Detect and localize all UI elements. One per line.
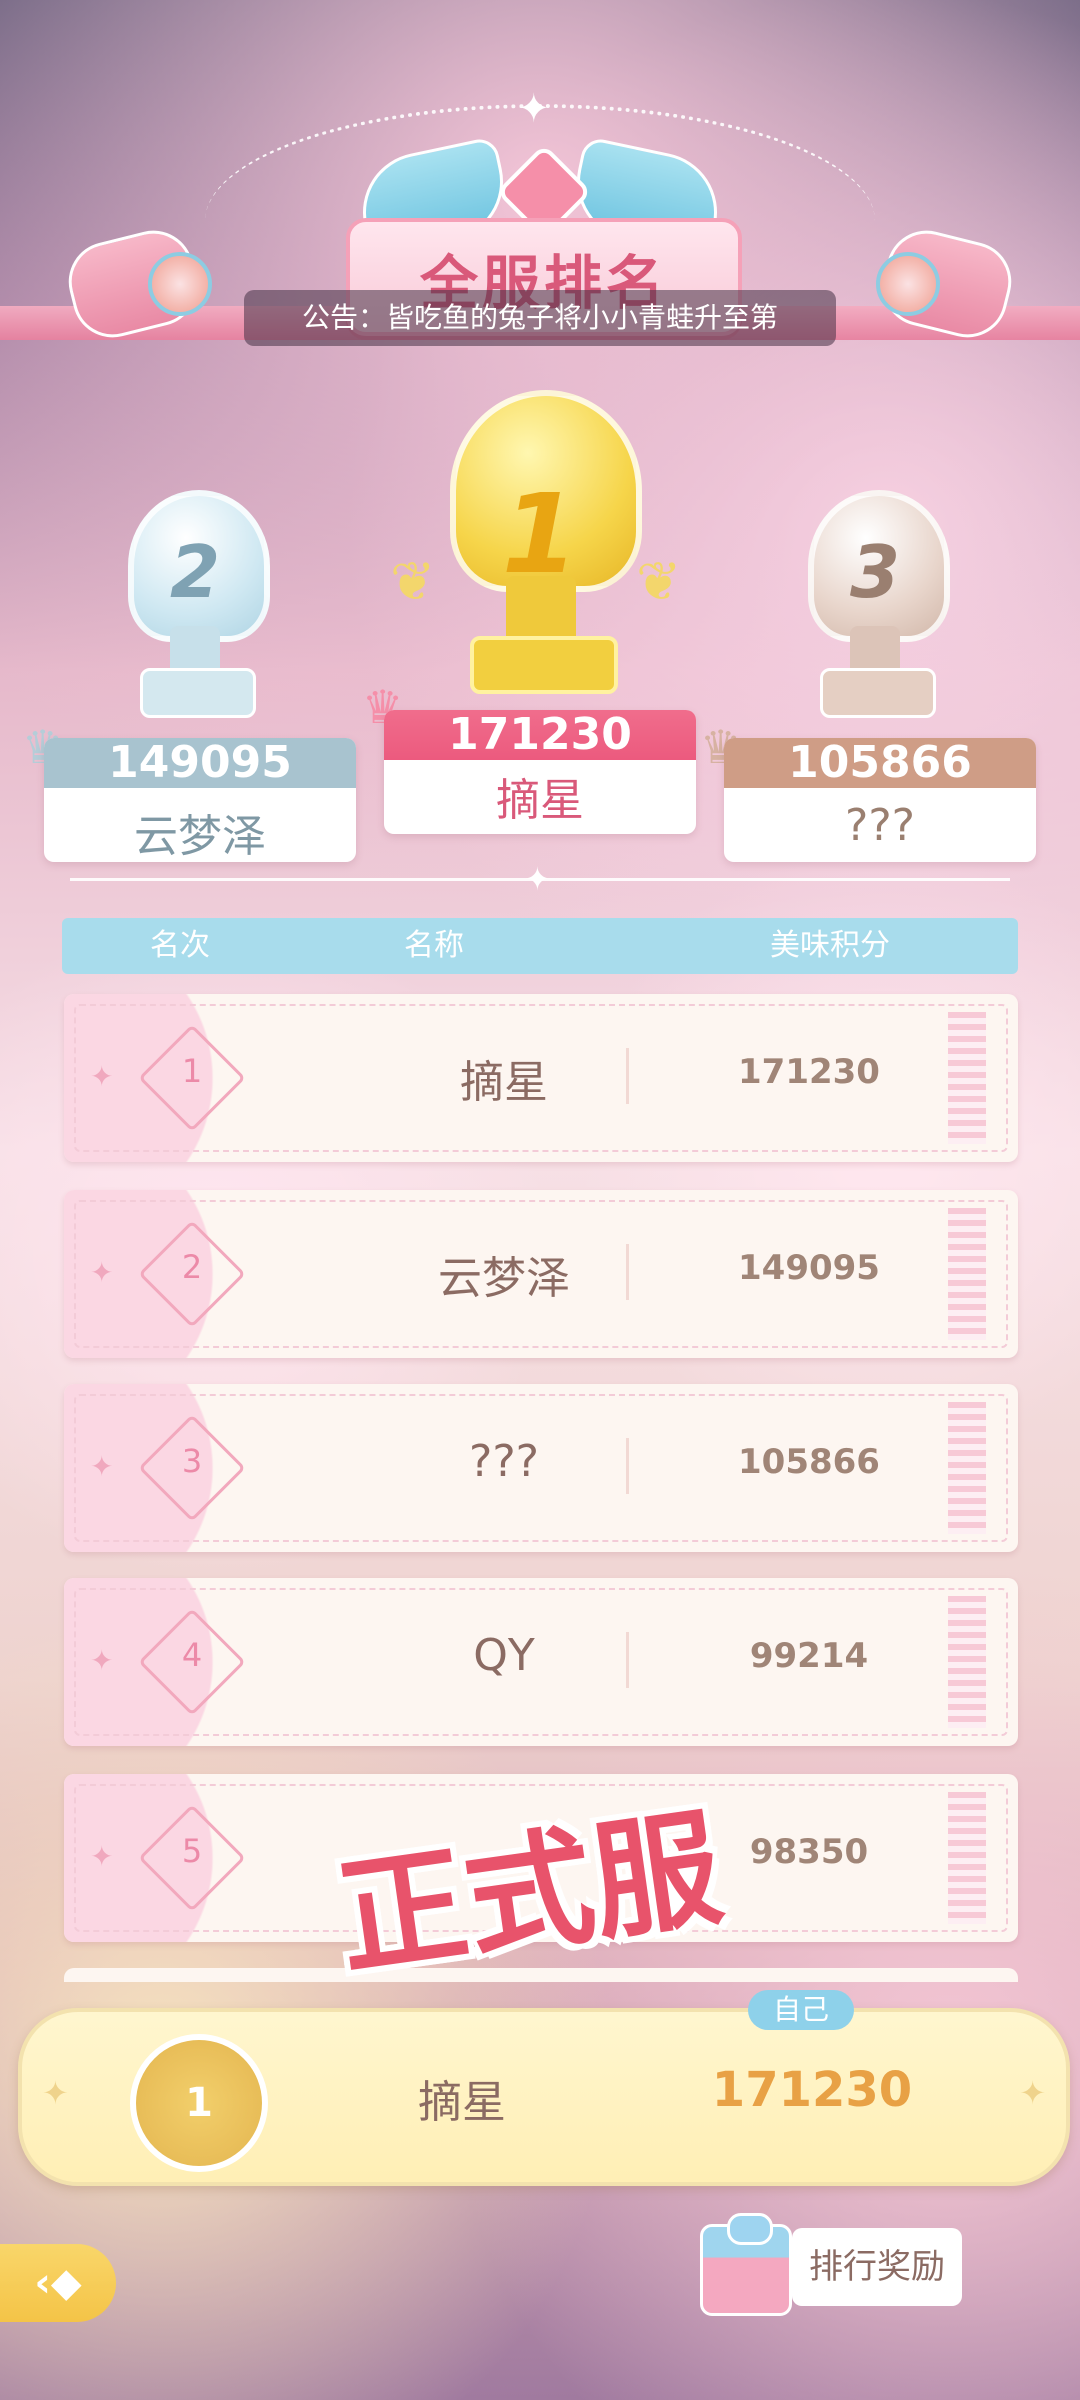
podium-card-2[interactable]: 149095 云梦泽 [44, 738, 356, 862]
self-score: 171230 [711, 2062, 913, 2118]
notice-ticker: 公告：皆吃鱼的兔子将小小青蛙升至第 [244, 290, 836, 346]
self-rank-bar[interactable]: 自己 ✦ ✦ 1 摘星 171230 [18, 1990, 1070, 2186]
row-stripe-decoration [948, 1208, 986, 1340]
back-button[interactable]: ‹◆ [0, 2244, 116, 2322]
trophy-rank-2: 2 [169, 530, 221, 614]
sparkle-icon: ✦ [90, 1060, 114, 1093]
row-rank: 1 [181, 1052, 203, 1090]
row-name: 云梦泽 [438, 1253, 570, 1304]
self-tag: 自己 [748, 1990, 854, 2030]
rose-icon [148, 252, 212, 316]
row-name: ??? [468, 1436, 540, 1487]
gift-icon [700, 2213, 792, 2316]
self-name: 摘星 [418, 2077, 506, 2128]
star-icon: ✦ [517, 86, 551, 132]
ranking-reward-button[interactable]: 排行奖励 [700, 2213, 964, 2316]
row-stripe-decoration [948, 1402, 986, 1534]
row-name: QY [473, 1630, 535, 1681]
laurel-icon: ❦ [390, 550, 436, 613]
podium-name-1: 摘星 [496, 775, 584, 826]
row-stripe-decoration [948, 1012, 986, 1144]
row-rank: 5 [181, 1832, 203, 1870]
header-name: 名称 [404, 928, 464, 963]
sparkle-icon: ✦ [1019, 2074, 1046, 2112]
table-row[interactable]: ✦ 3 ??? 105866 [64, 1384, 1018, 1552]
back-arrow-icon: ‹◆ [34, 2260, 82, 2306]
podium-score-3: 105866 [724, 738, 1036, 788]
trophy-rank-1: 1 [501, 470, 579, 598]
row-score: 99214 [749, 1636, 869, 1676]
podium-name-2: 云梦泽 [134, 811, 266, 862]
table-row[interactable]: ✦ 4 QY 99214 [64, 1578, 1018, 1746]
row-rank: 4 [181, 1636, 203, 1674]
sparkle-icon: ✦ [90, 1840, 114, 1873]
row-name: 摘星 [460, 1057, 548, 1108]
sparkle-icon: ✦ [42, 2074, 69, 2112]
row-score: 149095 [738, 1248, 880, 1288]
podium-card-1[interactable]: 171230 摘星 [384, 710, 696, 834]
trophy-icon: 1 [430, 380, 650, 710]
row-rank: 3 [181, 1442, 203, 1480]
trophy-icon: 2 [100, 490, 290, 740]
podium-name-3: ??? [844, 800, 916, 851]
podium-score-1: 171230 [384, 710, 696, 760]
ranking-reward-label: 排行奖励 [792, 2228, 962, 2306]
row-rank: 2 [181, 1248, 203, 1286]
row-stripe-decoration [948, 1792, 986, 1924]
right-bow-decoration [860, 222, 1020, 346]
self-rank-badge: 1 [130, 2034, 268, 2172]
trophy-rank-3: 3 [849, 530, 901, 614]
header-rank: 名次 [150, 928, 210, 963]
table-row[interactable]: ✦ 2 云梦泽 149095 [64, 1190, 1018, 1358]
sparkle-icon: ✦ [90, 1256, 114, 1289]
laurel-icon: ❦ [636, 550, 682, 613]
row-score: 171230 [738, 1052, 880, 1092]
podium-score-2: 149095 [44, 738, 356, 788]
row-score: 105866 [738, 1442, 880, 1482]
left-bow-decoration [60, 222, 220, 346]
trophy-icon: 3 [780, 490, 970, 740]
table-header: 名次 名称 美味积分 [62, 918, 1018, 974]
podium-card-3[interactable]: 105866 ??? [724, 738, 1036, 862]
sparkle-icon: ✦ [90, 1644, 114, 1677]
row-stripe-decoration [948, 1596, 986, 1728]
rose-icon [876, 252, 940, 316]
table-row[interactable]: ✦ 1 摘星 171230 [64, 994, 1018, 1162]
sparkle-icon: ✦ [90, 1450, 114, 1483]
row-score: 98350 [749, 1832, 869, 1872]
header-score: 美味积分 [770, 928, 890, 963]
star-icon: ✦ [524, 860, 551, 898]
